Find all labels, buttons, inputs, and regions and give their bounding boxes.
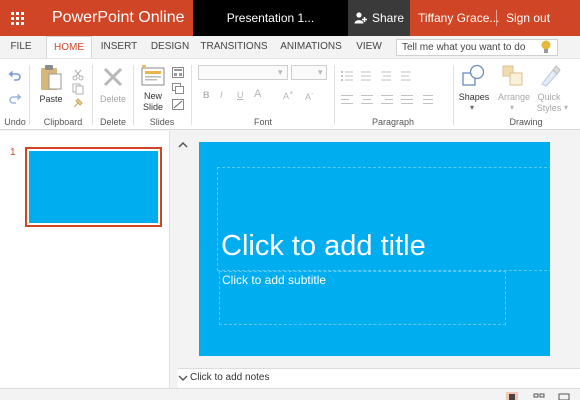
slide[interactable]: Click to add title Click to add subtitle <box>199 142 552 356</box>
app-name[interactable]: PowerPoint Online <box>52 0 185 36</box>
group-label-delete: Delete <box>99 117 126 127</box>
group-label-drawing: Drawing <box>509 117 543 127</box>
share-button[interactable]: Share <box>348 0 410 36</box>
paragraph-icons[interactable] <box>341 70 451 114</box>
undo-icon[interactable] <box>8 69 22 81</box>
bold-icon[interactable]: B <box>203 90 210 100</box>
grow-font-icon[interactable]: A+ <box>283 88 293 101</box>
slide-sorter-icon[interactable] <box>533 392 545 400</box>
lightbulb-icon <box>541 40 551 53</box>
ribbon: Undo Paste Clipboard Delete Delete New S… <box>0 58 580 130</box>
tab-home[interactable]: HOME <box>46 36 92 58</box>
normal-view-icon[interactable] <box>506 392 518 400</box>
group-label-font: Font <box>253 117 272 127</box>
new-slide-icon[interactable] <box>141 65 165 87</box>
shrink-font-icon[interactable]: A- <box>305 89 314 102</box>
hide-slide-icon[interactable] <box>172 99 184 110</box>
ribbon-divider <box>133 65 134 125</box>
header-divider <box>496 10 497 26</box>
tab-view[interactable]: VIEW <box>352 36 386 58</box>
group-label-slides: Slides <box>149 117 175 127</box>
copy-icon[interactable] <box>72 83 84 95</box>
reading-view-icon[interactable] <box>558 392 570 400</box>
format-painter-icon[interactable] <box>72 97 84 109</box>
font-color-icon[interactable]: A <box>254 88 261 100</box>
tell-me-search-input[interactable]: Tell me what you want to do <box>396 39 558 56</box>
ribbon-divider <box>334 65 335 125</box>
quick-styles-chevron-icon: ▾ <box>564 103 569 112</box>
notes-pane[interactable]: Click to add notes <box>178 368 580 388</box>
tab-animations[interactable]: ANIMATIONS <box>278 36 344 58</box>
underline-icon[interactable]: U <box>237 90 244 100</box>
slide-number: 1 <box>10 147 16 158</box>
document-title[interactable]: Presentation 1... <box>193 0 348 36</box>
shapes-button-label[interactable]: Shapes <box>456 92 492 102</box>
ribbon-divider <box>191 65 192 125</box>
sign-out-link[interactable]: Sign out <box>506 0 550 36</box>
arrange-icon[interactable] <box>502 65 524 87</box>
app-launcher-icon[interactable] <box>0 0 34 36</box>
group-label-paragraph: Paragraph <box>371 117 415 127</box>
slide-thumbnail-preview <box>29 151 158 223</box>
subtitle-placeholder-text[interactable]: Click to add subtitle <box>222 273 326 287</box>
tab-design[interactable]: DESIGN <box>148 36 192 58</box>
arrange-chevron-icon: ▾ <box>510 103 515 112</box>
title-bar: PowerPoint Online Presentation 1... Shar… <box>0 0 580 36</box>
paste-button-label[interactable]: Paste <box>36 94 66 104</box>
tab-file[interactable]: FILE <box>4 36 38 58</box>
powerpoint-window: PowerPoint Online Presentation 1... Shar… <box>0 0 580 400</box>
ribbon-divider <box>92 65 93 125</box>
shapes-icon[interactable] <box>462 64 486 88</box>
cut-icon[interactable] <box>72 69 84 81</box>
share-person-icon <box>354 12 367 24</box>
notes-chevron-icon[interactable] <box>178 374 188 382</box>
slide-thumbnail[interactable] <box>25 147 162 227</box>
new-slide-label-line1[interactable]: New <box>138 91 168 101</box>
arrange-button-label[interactable]: Arrange <box>496 92 532 102</box>
collapse-pane-chevron-icon[interactable] <box>177 139 189 151</box>
font-size-chevron-icon: ▾ <box>318 67 323 77</box>
font-name-select[interactable] <box>198 65 288 80</box>
quick-styles-label-line2[interactable]: Styles <box>533 103 565 113</box>
delete-button-label[interactable]: Delete <box>97 94 129 104</box>
notes-placeholder[interactable]: Click to add notes <box>190 372 270 383</box>
font-name-chevron-icon: ▾ <box>278 67 283 77</box>
duplicate-slide-icon[interactable] <box>172 83 184 94</box>
title-placeholder-text[interactable]: Click to add title <box>221 230 426 263</box>
ribbon-divider <box>453 65 454 125</box>
quick-styles-label-line1[interactable]: Quick <box>533 92 565 102</box>
group-label-undo: Undo <box>4 117 26 127</box>
ribbon-tabs: FILE HOME INSERT DESIGN TRANSITIONS ANIM… <box>0 36 580 58</box>
redo-icon[interactable] <box>8 92 22 104</box>
status-bar <box>0 388 580 400</box>
delete-x-icon[interactable] <box>102 66 124 88</box>
new-slide-label-line2[interactable]: Slide <box>138 102 168 112</box>
group-label-clipboard: Clipboard <box>43 117 83 127</box>
user-name[interactable]: Tiffany Grace... <box>418 0 499 36</box>
share-label: Share <box>371 11 405 25</box>
quick-styles-icon[interactable] <box>539 64 561 88</box>
paste-icon[interactable] <box>39 64 63 92</box>
layout-icon[interactable] <box>172 67 184 78</box>
ribbon-divider <box>29 65 30 125</box>
tab-transitions[interactable]: TRANSITIONS <box>200 36 268 58</box>
tab-insert[interactable]: INSERT <box>98 36 140 58</box>
shapes-chevron-icon: ▾ <box>470 103 475 112</box>
italic-icon[interactable]: I <box>220 90 223 100</box>
